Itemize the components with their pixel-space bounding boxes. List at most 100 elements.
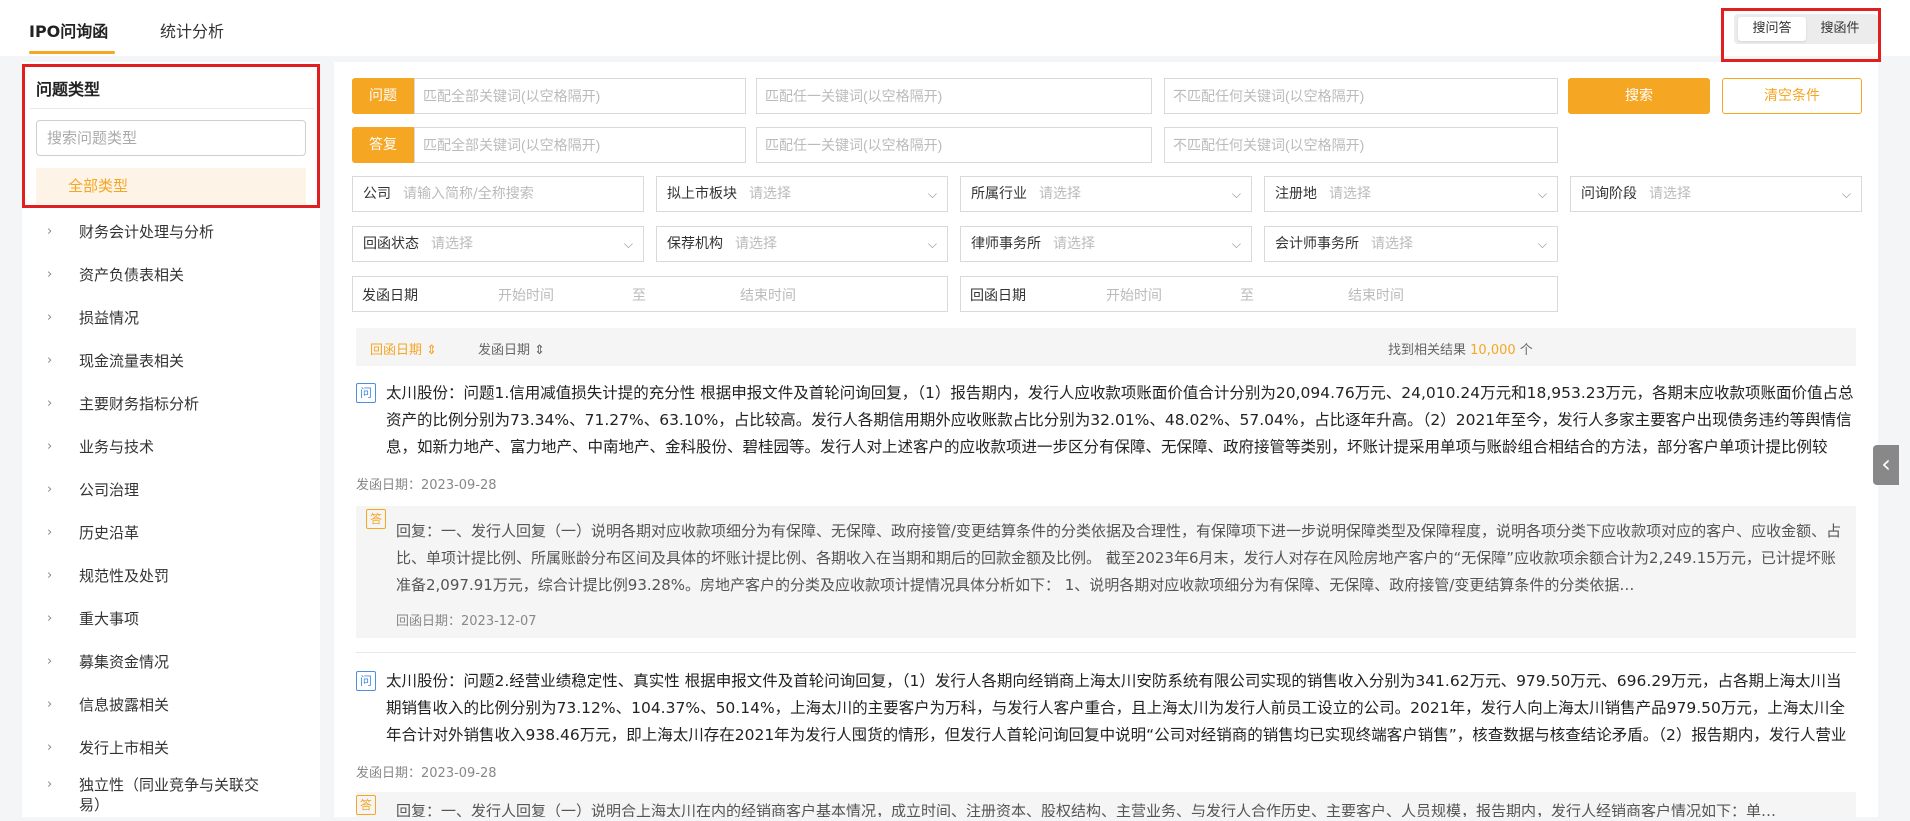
sidebar-item[interactable]: › 业务与技术 bbox=[22, 425, 320, 468]
send-date-to: 至 bbox=[632, 288, 646, 304]
result-question[interactable]: 问 太川股份：问题1.信用减值损失计提的充分性 根据申报文件及首轮问询回复，（1… bbox=[356, 380, 1856, 470]
question-match-any-input[interactable] bbox=[756, 78, 1152, 114]
sidebar-item[interactable]: › 损益情况 bbox=[22, 296, 320, 339]
chevron-down-icon: ⌵ bbox=[623, 237, 633, 251]
active-tab-indicator bbox=[29, 51, 115, 54]
answer-match-none-input[interactable] bbox=[1164, 127, 1558, 163]
company-label: 公司 bbox=[363, 186, 391, 202]
inquiry-stage-select[interactable]: 问询阶段 请选择 ⌵ bbox=[1570, 176, 1862, 212]
sidebar-item[interactable]: › 财务会计处理与分析 bbox=[22, 210, 320, 253]
send-date-start[interactable]: 开始时间 bbox=[498, 285, 554, 305]
sort-bar: 回函日期 ⇕ 发函日期 ⇕ 找到相关结果 10,000 个 bbox=[356, 328, 1856, 366]
sidebar-item-label: 资产负债表相关 bbox=[79, 266, 185, 284]
tab-statistics[interactable]: 统计分析 bbox=[160, 18, 224, 42]
chevron-right-icon: › bbox=[47, 224, 53, 239]
question-match-all-input[interactable] bbox=[414, 78, 746, 114]
sidebar-item-label: 信息披露相关 bbox=[79, 696, 170, 714]
answer-badge: 答 bbox=[356, 795, 376, 815]
question-badge: 问 bbox=[356, 383, 376, 403]
chevron-down-icon: ⌵ bbox=[1841, 187, 1851, 201]
clear-conditions-button[interactable]: 清空条件 bbox=[1722, 78, 1862, 114]
sidebar-item-label: 发行上市相关 bbox=[79, 739, 170, 757]
sidebar-item[interactable]: › 资产负债表相关 bbox=[22, 253, 320, 296]
select-placeholder: 请选择 bbox=[1329, 186, 1371, 202]
answer-badge: 答 bbox=[366, 509, 386, 529]
answer-match-any-input[interactable] bbox=[756, 127, 1152, 163]
sidebar-item[interactable]: › 重大事项 bbox=[22, 597, 320, 640]
sidebar-item[interactable]: › 独立性（同业竞争与关联交易） bbox=[22, 769, 320, 821]
sponsor-label: 保荐机构 bbox=[667, 236, 723, 252]
search-button[interactable]: 搜索 bbox=[1568, 78, 1710, 114]
chevron-down-icon: ⌵ bbox=[1231, 187, 1241, 201]
select-placeholder: 请选择 bbox=[735, 236, 777, 252]
collapse-panel-button[interactable]: ‹ bbox=[1873, 445, 1899, 485]
sidebar-item[interactable]: › 现金流量表相关 bbox=[22, 339, 320, 382]
question-text: 太川股份：问题2.经营业绩稳定性、真实性 根据申报文件及首轮问询回复，（1）发行… bbox=[386, 672, 1847, 744]
chevron-down-icon: ⌵ bbox=[1537, 237, 1547, 251]
reply-date-start[interactable]: 开始时间 bbox=[1106, 285, 1162, 305]
send-date-label: 发函日期 bbox=[362, 288, 418, 304]
listing-board-select[interactable]: 拟上市板块 请选择 ⌵ bbox=[656, 176, 948, 212]
sponsor-select[interactable]: 保荐机构 请选择 ⌵ bbox=[656, 226, 948, 262]
result-divider bbox=[356, 652, 1856, 653]
reply-date-end[interactable]: 结束时间 bbox=[1348, 285, 1404, 305]
company-search-field[interactable]: 公司 请输入简称/全称搜索 bbox=[352, 176, 644, 212]
reply-date-range[interactable] bbox=[960, 276, 1558, 312]
select-placeholder: 请选择 bbox=[431, 236, 473, 252]
chevron-right-icon: › bbox=[47, 777, 53, 792]
reply-date-label: 回函日期 bbox=[970, 288, 1026, 304]
question-text: 太川股份：问题1.信用减值损失计提的充分性 根据申报文件及首轮问询回复，（1）报… bbox=[386, 384, 1854, 456]
sidebar-item-label: 重大事项 bbox=[79, 610, 140, 628]
send-date-end[interactable]: 结束时间 bbox=[740, 285, 796, 305]
question-date: 发函日期：2023-09-28 bbox=[356, 766, 497, 781]
answer-match-all-input[interactable] bbox=[414, 127, 746, 163]
chevron-right-icon: › bbox=[47, 697, 53, 712]
result-question[interactable]: 问 太川股份：问题2.经营业绩稳定性、真实性 根据申报文件及首轮问询回复，（1）… bbox=[356, 668, 1856, 758]
select-placeholder: 请选择 bbox=[1039, 186, 1081, 202]
chevron-right-icon: › bbox=[47, 267, 53, 282]
chevron-right-icon: › bbox=[47, 525, 53, 540]
sort-by-send-date[interactable]: 发函日期 ⇕ bbox=[478, 339, 545, 358]
chevron-down-icon: ⌵ bbox=[927, 187, 937, 201]
question-date: 发函日期：2023-09-28 bbox=[356, 478, 497, 493]
result-answer[interactable]: 答 回复：一、发行人回复（一）说明合上海太川在内的经销商客户基本情况，成立时间、… bbox=[356, 792, 1856, 817]
sidebar-item[interactable]: › 主要财务指标分析 bbox=[22, 382, 320, 425]
sidebar-item-label: 公司治理 bbox=[79, 481, 140, 499]
question-type-list: › 财务会计处理与分析 › 资产负债表相关 › 损益情况 › 现金流量表相关 › 主要财务… bbox=[22, 210, 320, 821]
answer-date: 回函日期：2023-12-07 bbox=[396, 614, 537, 629]
answer-filter-label: 答复 bbox=[352, 127, 414, 163]
reply-date-to: 至 bbox=[1240, 288, 1254, 304]
accounting-firm-select[interactable]: 会计师事务所 请选择 ⌵ bbox=[1264, 226, 1558, 262]
send-date-range[interactable] bbox=[352, 276, 948, 312]
industry-label: 所属行业 bbox=[971, 186, 1027, 202]
sidebar-item[interactable]: › 历史沿革 bbox=[22, 511, 320, 554]
reply-status-select[interactable]: 回函状态 请选择 ⌵ bbox=[352, 226, 644, 262]
result-answer[interactable]: 答 回复：一、发行人回复（一）说明各期对应收款项细分为有保障、无保障、政府接管/… bbox=[356, 506, 1856, 638]
sidebar-item-label: 财务会计处理与分析 bbox=[79, 223, 215, 241]
sidebar-item-label: 主要财务指标分析 bbox=[79, 395, 200, 413]
sidebar-item[interactable]: › 规范性及处罚 bbox=[22, 554, 320, 597]
sidebar-item[interactable]: › 信息披露相关 bbox=[22, 683, 320, 726]
industry-select[interactable]: 所属行业 请选择 ⌵ bbox=[960, 176, 1252, 212]
sidebar-item[interactable]: › 公司治理 bbox=[22, 468, 320, 511]
law-firm-label: 律师事务所 bbox=[971, 236, 1041, 252]
chevron-down-icon: ⌵ bbox=[1231, 237, 1241, 251]
highlight-box-sidebar bbox=[22, 64, 320, 208]
chevron-right-icon: › bbox=[47, 396, 53, 411]
select-placeholder: 请选择 bbox=[1649, 186, 1691, 202]
sidebar-item-label: 规范性及处罚 bbox=[79, 567, 170, 585]
law-firm-select[interactable]: 律师事务所 请选择 ⌵ bbox=[960, 226, 1252, 262]
answer-text: 回复：一、发行人回复（一）说明合上海太川在内的经销商客户基本情况，成立时间、注册… bbox=[396, 802, 1777, 817]
question-match-none-input[interactable] bbox=[1164, 78, 1558, 114]
chevron-right-icon: › bbox=[47, 482, 53, 497]
sidebar-item[interactable]: › 募集资金情况 bbox=[22, 640, 320, 683]
chevron-right-icon: › bbox=[47, 439, 53, 454]
region-select[interactable]: 注册地 请选择 ⌵ bbox=[1264, 176, 1558, 212]
chevron-left-icon: ‹ bbox=[1881, 450, 1891, 478]
chevron-right-icon: › bbox=[47, 611, 53, 626]
chevron-right-icon: › bbox=[47, 353, 53, 368]
sort-by-reply-date[interactable]: 回函日期 ⇕ bbox=[370, 339, 437, 358]
tab-ipo-inquiry[interactable]: IPO问询函 bbox=[29, 18, 108, 42]
reply-status-label: 回函状态 bbox=[363, 236, 419, 252]
sidebar-item[interactable]: › 发行上市相关 bbox=[22, 726, 320, 769]
